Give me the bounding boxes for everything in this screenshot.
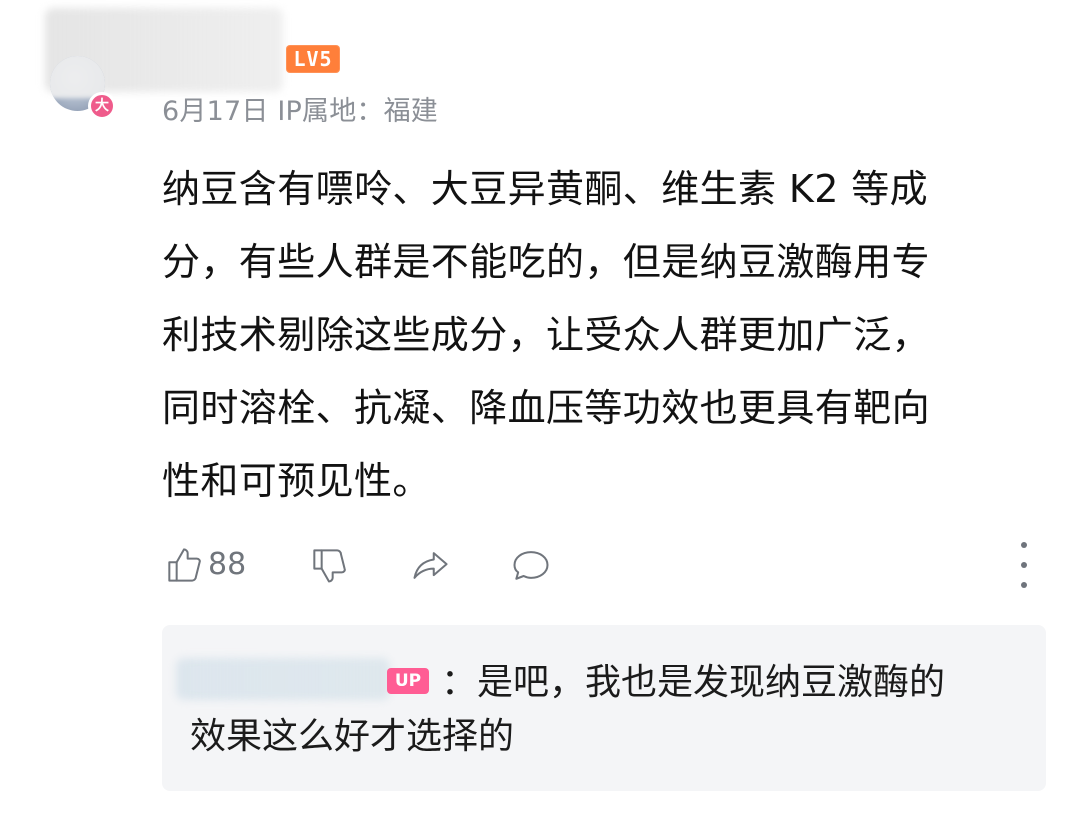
avatar-badge: 大 — [88, 92, 116, 120]
comment-line-3: 利技术剔除这些成分，让受众人群更加广泛， — [162, 313, 931, 357]
ip-location: IP属地：福建 — [277, 96, 438, 127]
reply-line-2: 效果这么好才选择的 — [190, 716, 515, 757]
up-badge: UP — [387, 668, 429, 694]
reply-button[interactable] — [509, 540, 553, 590]
reply-line-1: ：是吧，我也是发现纳豆激酶的 — [441, 662, 946, 703]
more-dot-2 — [1021, 562, 1027, 568]
thumbs-up-icon — [168, 548, 201, 582]
comment-line-2: 分，有些人群是不能吃的，但是纳豆激酶用专 — [162, 240, 931, 284]
more-dot-3 — [1021, 582, 1027, 588]
comment-header: 大 LV5 6月17日 IP属地：福建 — [0, 0, 1080, 128]
like-count: 88 — [208, 547, 247, 582]
dislike-button[interactable] — [307, 540, 351, 590]
comment-date: 6月17日 — [162, 96, 269, 127]
comment-body: 纳豆含有嘌呤、大豆异黄酮、维生素 K2 等成 分，有些人群是不能吃的，但是纳豆激… — [162, 153, 1022, 518]
share-icon — [413, 552, 448, 579]
comment-line-1: 纳豆含有嘌呤、大豆异黄酮、维生素 K2 等成 — [162, 167, 929, 211]
chat-bubble-icon — [513, 551, 549, 580]
more-vertical-icon — [1021, 542, 1027, 588]
thumbs-down-icon — [313, 549, 346, 583]
reply-preview[interactable]: UP ：是吧，我也是发现纳豆激酶的 效果这么好才选择的 — [162, 625, 1046, 791]
share-button[interactable] — [409, 540, 453, 590]
avatar-badge-label: 大 — [95, 98, 109, 114]
level-badge: LV5 — [286, 45, 340, 73]
comment-actions: 88 — [162, 540, 1042, 590]
reply-username-redacted — [176, 658, 390, 700]
like-button[interactable]: 88 — [162, 540, 246, 590]
comment-line-5: 性和可预见性。 — [162, 459, 431, 503]
comment-line-4: 同时溶栓、抗凝、降血压等功效也更具有靶向 — [162, 386, 931, 430]
more-dot-1 — [1021, 542, 1027, 548]
comment-meta: 6月17日 IP属地：福建 — [162, 89, 438, 128]
more-options-button[interactable] — [1010, 542, 1038, 588]
